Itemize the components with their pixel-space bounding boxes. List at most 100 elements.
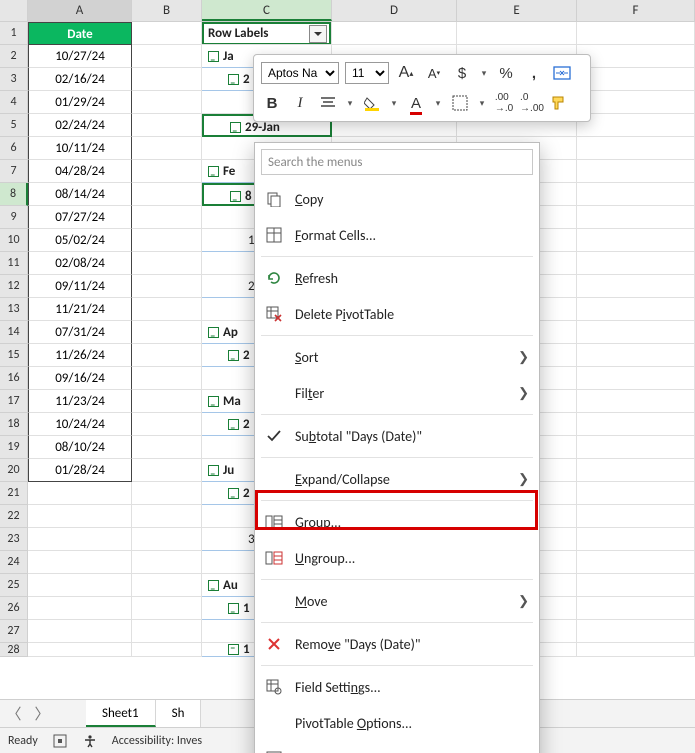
collapse-icon[interactable] — [208, 51, 219, 62]
cell[interactable] — [132, 505, 202, 528]
col-header-E[interactable]: E — [457, 0, 577, 21]
cell[interactable] — [132, 390, 202, 413]
cell-date[interactable]: 08/14/24 — [28, 183, 132, 206]
cell[interactable] — [132, 45, 202, 68]
chevron-down-icon[interactable]: ▾ — [389, 92, 399, 114]
cell[interactable] — [132, 206, 202, 229]
row-header[interactable]: 10 — [0, 229, 28, 252]
collapse-icon[interactable] — [208, 465, 219, 476]
macro-record-icon[interactable] — [52, 733, 68, 749]
rowlabels-filter-dropdown[interactable] — [309, 25, 327, 43]
row-header[interactable]: 9 — [0, 206, 28, 229]
sheet-nav-next[interactable]: 〉 — [28, 703, 56, 724]
cell[interactable] — [132, 528, 202, 551]
increase-font-icon[interactable]: A▴ — [395, 62, 417, 84]
cell[interactable] — [457, 22, 577, 45]
cell-date[interactable]: 07/31/24 — [28, 321, 132, 344]
row-header[interactable]: 6 — [0, 137, 28, 160]
ctx-expand-collapse[interactable]: Expand/Collapse ❯ — [255, 461, 539, 497]
row-header[interactable]: 25 — [0, 574, 28, 597]
cell[interactable] — [577, 114, 695, 137]
cell[interactable] — [577, 620, 695, 643]
row-header[interactable]: 20 — [0, 459, 28, 482]
percent-format-icon[interactable]: % — [495, 62, 517, 84]
cell[interactable] — [28, 620, 132, 643]
row-header[interactable]: 23 — [0, 528, 28, 551]
row-header[interactable]: 27 — [0, 620, 28, 643]
cell[interactable] — [577, 597, 695, 620]
cell-date[interactable]: 01/28/24 — [28, 459, 132, 482]
cell[interactable] — [132, 275, 202, 298]
cell[interactable] — [132, 252, 202, 275]
ctx-subtotal[interactable]: Subtotal "Days (Date)" — [255, 418, 539, 454]
cell[interactable] — [577, 45, 695, 68]
row-header[interactable]: 5 — [0, 114, 28, 137]
cell[interactable] — [577, 137, 695, 160]
cell[interactable] — [28, 551, 132, 574]
chevron-down-icon[interactable]: ▾ — [345, 92, 355, 114]
cell[interactable] — [132, 183, 202, 206]
comma-format-icon[interactable]: , — [523, 62, 545, 84]
font-size-select[interactable]: 11 — [345, 62, 389, 84]
ctx-copy[interactable]: Copy — [255, 181, 539, 217]
cell-date[interactable]: 10/27/24 — [28, 45, 132, 68]
cell-date[interactable]: 04/28/24 — [28, 160, 132, 183]
cell-date[interactable]: 11/21/24 — [28, 298, 132, 321]
cell[interactable] — [132, 160, 202, 183]
row-header[interactable]: 12 — [0, 275, 28, 298]
cell[interactable] — [132, 597, 202, 620]
cell[interactable] — [577, 160, 695, 183]
cell-date[interactable]: 05/02/24 — [28, 229, 132, 252]
cell[interactable] — [577, 505, 695, 528]
ctx-delete-pivottable[interactable]: Delete PivotTable — [255, 296, 539, 332]
collapse-icon[interactable] — [208, 166, 219, 177]
cell[interactable] — [28, 528, 132, 551]
cell[interactable] — [577, 528, 695, 551]
cell[interactable] — [577, 551, 695, 574]
collapse-icon[interactable] — [208, 327, 219, 338]
cell-date[interactable]: 07/27/24 — [28, 206, 132, 229]
context-search-input[interactable]: Search the menus — [261, 149, 533, 175]
row-header[interactable]: 18 — [0, 413, 28, 436]
select-all-corner[interactable] — [0, 0, 28, 21]
col-header-B[interactable]: B — [132, 0, 202, 21]
collapse-icon[interactable] — [230, 122, 241, 133]
ctx-hide-field-list[interactable]: Hide Field List — [255, 741, 539, 753]
cell-date[interactable]: 09/16/24 — [28, 367, 132, 390]
cell[interactable] — [28, 574, 132, 597]
collapse-icon[interactable] — [228, 74, 239, 85]
col-header-A[interactable]: A — [28, 0, 132, 21]
cell-date[interactable]: 01/29/24 — [28, 91, 132, 114]
cell[interactable] — [577, 68, 695, 91]
ctx-field-settings[interactable]: Field Settings... — [255, 669, 539, 705]
chevron-down-icon[interactable]: ▾ — [433, 92, 443, 114]
cell[interactable] — [577, 344, 695, 367]
cell-date[interactable]: 02/08/24 — [28, 252, 132, 275]
sheet-nav-prev[interactable]: 〈 — [0, 703, 28, 724]
cell[interactable] — [577, 183, 695, 206]
ctx-pivottable-options[interactable]: PivotTable Options... — [255, 705, 539, 741]
status-accessibility[interactable]: Accessibility: Inves — [112, 734, 202, 748]
align-center-icon[interactable] — [317, 92, 339, 114]
fill-color-icon[interactable] — [361, 92, 383, 114]
row-header[interactable]: 21 — [0, 482, 28, 505]
cell-date[interactable]: 09/11/24 — [28, 275, 132, 298]
ctx-group[interactable]: Group... — [255, 504, 539, 540]
cell[interactable] — [132, 620, 202, 643]
increase-decimal-icon[interactable]: .00→.0 — [493, 92, 515, 114]
ctx-refresh[interactable]: Refresh — [255, 260, 539, 296]
ctx-filter[interactable]: Filter ❯ — [255, 375, 539, 411]
row-header[interactable]: 1 — [0, 22, 28, 45]
row-header[interactable]: 22 — [0, 505, 28, 528]
row-header[interactable]: 2 — [0, 45, 28, 68]
cell[interactable] — [132, 551, 202, 574]
cell[interactable] — [132, 229, 202, 252]
cell[interactable] — [132, 367, 202, 390]
cell[interactable] — [132, 413, 202, 436]
cell[interactable] — [132, 643, 202, 657]
cell[interactable] — [28, 643, 132, 657]
cell-date[interactable]: 02/24/24 — [28, 114, 132, 137]
font-color-icon[interactable]: A — [405, 92, 427, 114]
cell[interactable] — [577, 459, 695, 482]
ctx-remove-days[interactable]: Remove "Days (Date)" — [255, 626, 539, 662]
